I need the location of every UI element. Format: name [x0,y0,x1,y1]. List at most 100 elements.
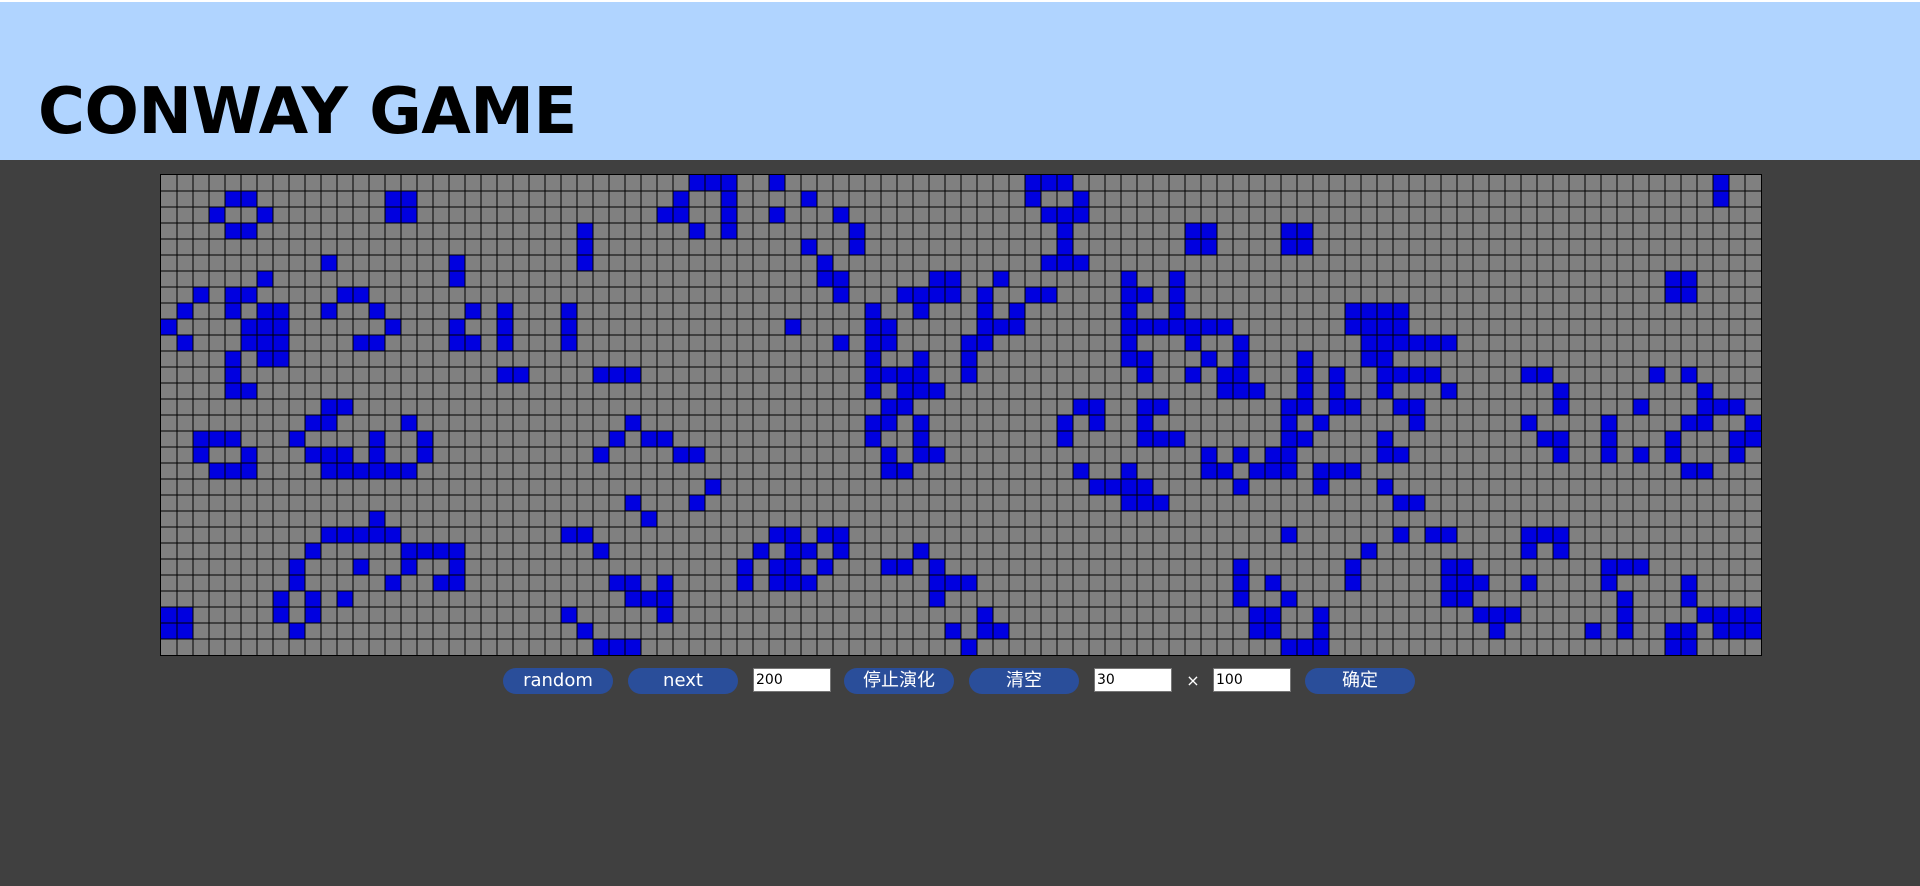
live-cell[interactable] [1377,351,1393,367]
live-cell[interactable] [769,559,785,575]
live-cell[interactable] [1057,175,1073,191]
live-cell[interactable] [1713,399,1729,415]
live-cell[interactable] [1313,639,1329,655]
live-cell[interactable] [881,367,897,383]
live-cell[interactable] [369,303,385,319]
live-cell[interactable] [833,271,849,287]
live-cell[interactable] [625,495,641,511]
live-cell[interactable] [1441,383,1457,399]
live-cell[interactable] [945,623,961,639]
live-cell[interactable] [929,559,945,575]
live-cell[interactable] [1521,415,1537,431]
live-cell[interactable] [1601,559,1617,575]
live-cell[interactable] [1025,287,1041,303]
live-cell[interactable] [1441,591,1457,607]
live-cell[interactable] [1345,319,1361,335]
live-cell[interactable] [1681,415,1697,431]
live-cell[interactable] [257,335,273,351]
live-cell[interactable] [833,527,849,543]
live-cell[interactable] [321,399,337,415]
live-cell[interactable] [1441,575,1457,591]
live-cell[interactable] [1633,447,1649,463]
live-cell[interactable] [1361,319,1377,335]
live-cell[interactable] [769,207,785,223]
live-cell[interactable] [1073,255,1089,271]
live-cell[interactable] [945,575,961,591]
live-cell[interactable] [337,287,353,303]
live-cell[interactable] [1425,335,1441,351]
live-cell[interactable] [401,415,417,431]
live-cell[interactable] [721,175,737,191]
live-cell[interactable] [321,415,337,431]
live-cell[interactable] [705,175,721,191]
live-cell[interactable] [1681,271,1697,287]
live-cell[interactable] [897,463,913,479]
live-cell[interactable] [273,607,289,623]
live-cell[interactable] [929,447,945,463]
live-cell[interactable] [1585,623,1601,639]
cols-input[interactable] [1213,668,1291,692]
live-cell[interactable] [1297,351,1313,367]
live-cell[interactable] [1265,447,1281,463]
live-cell[interactable] [193,447,209,463]
live-cell[interactable] [289,559,305,575]
live-cell[interactable] [273,351,289,367]
live-cell[interactable] [1377,319,1393,335]
live-cell[interactable] [305,607,321,623]
live-cell[interactable] [593,639,609,655]
live-cell[interactable] [401,559,417,575]
live-cell[interactable] [1393,319,1409,335]
live-cell[interactable] [1345,303,1361,319]
live-cell[interactable] [1329,399,1345,415]
live-cell[interactable] [1313,479,1329,495]
live-cell[interactable] [833,543,849,559]
live-cell[interactable] [1377,383,1393,399]
live-cell[interactable] [1281,463,1297,479]
live-cell[interactable] [961,639,977,655]
live-cell[interactable] [1617,623,1633,639]
live-cell[interactable] [1681,639,1697,655]
live-cell[interactable] [1233,367,1249,383]
live-cell[interactable] [1329,383,1345,399]
live-cell[interactable] [705,479,721,495]
live-cell[interactable] [1233,447,1249,463]
live-cell[interactable] [1441,527,1457,543]
live-cell[interactable] [1121,271,1137,287]
live-cell[interactable] [289,575,305,591]
live-cell[interactable] [1009,303,1025,319]
live-cell[interactable] [465,303,481,319]
live-cell[interactable] [1201,463,1217,479]
live-cell[interactable] [849,223,865,239]
live-cell[interactable] [817,255,833,271]
live-cell[interactable] [1409,415,1425,431]
live-cell[interactable] [241,463,257,479]
live-cell[interactable] [1073,463,1089,479]
live-cell[interactable] [881,559,897,575]
live-cell[interactable] [961,351,977,367]
live-cell[interactable] [1409,367,1425,383]
clear-button[interactable]: 清空 [969,668,1079,694]
live-cell[interactable] [433,543,449,559]
live-cell[interactable] [625,639,641,655]
live-cell[interactable] [1425,527,1441,543]
live-cell[interactable] [1361,303,1377,319]
live-cell[interactable] [1521,527,1537,543]
live-cell[interactable] [193,287,209,303]
live-cell[interactable] [881,447,897,463]
live-cell[interactable] [913,431,929,447]
live-cell[interactable] [337,527,353,543]
live-cell[interactable] [753,543,769,559]
live-cell[interactable] [913,367,929,383]
live-cell[interactable] [321,303,337,319]
live-cell[interactable] [497,303,513,319]
live-cell[interactable] [1521,543,1537,559]
live-cell[interactable] [689,495,705,511]
live-cell[interactable] [1025,191,1041,207]
live-cell[interactable] [257,351,273,367]
live-cell[interactable] [1281,527,1297,543]
live-cell[interactable] [577,255,593,271]
live-cell[interactable] [1137,351,1153,367]
live-cell[interactable] [929,383,945,399]
live-cell[interactable] [1665,431,1681,447]
live-cell[interactable] [1393,303,1409,319]
